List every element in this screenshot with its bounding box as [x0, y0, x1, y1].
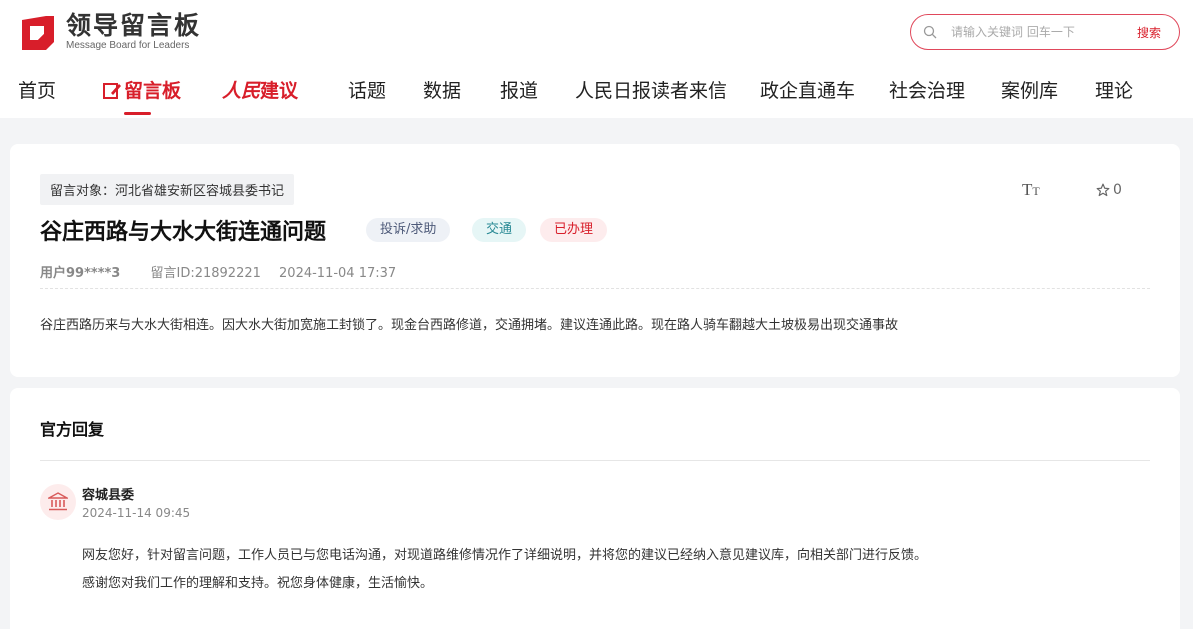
logo-mark-icon: [18, 12, 58, 52]
nav-business-express[interactable]: 政企直通车: [760, 76, 855, 106]
favorite-count: 0: [1113, 182, 1122, 198]
divider: [40, 460, 1150, 461]
nav-theory[interactable]: 理论: [1095, 76, 1133, 106]
nav-brand-part2: 建议: [260, 80, 299, 102]
favorite-button[interactable]: 0: [1096, 182, 1122, 198]
reply-org: 容城县委: [82, 488, 135, 503]
nav-message-board-label: 留言板: [124, 80, 182, 102]
message-id: 留言ID:21892221: [150, 266, 261, 281]
reply-line-2: 感谢您对我们工作的理解和支持。祝您身体健康，生活愉快。: [82, 576, 434, 591]
nav-readers-letters[interactable]: 人民日报读者来信: [575, 76, 727, 106]
reply-line-1: 网友您好，针对留言问题，工作人员已与您电话沟通，对现道路维修情况作了详细说明，并…: [82, 548, 928, 563]
divider: [40, 288, 1150, 289]
nav-social-governance[interactable]: 社会治理: [889, 76, 965, 106]
message-target: 留言对象：河北省雄安新区容城县委书记: [40, 174, 295, 205]
message-user: 用户99****3: [40, 266, 121, 281]
main-nav: 首页 留言板 人民建议 话题 数据 报道 人民日报读者来信 政企直通车 社会治理…: [0, 76, 1193, 115]
reply-section-title: 官方回复: [40, 420, 105, 439]
government-building-icon: [48, 492, 68, 511]
edit-icon: [103, 83, 121, 99]
reply-time: 2024-11-14 09:45: [82, 506, 191, 520]
nav-home[interactable]: 首页: [18, 76, 56, 106]
avatar: [40, 484, 76, 520]
logo-subtitle: Message Board for Leaders: [66, 40, 190, 51]
reply-card: 官方回复 容城县委 2024-11-14 09:45 网友您好，针对留言问题，工…: [10, 388, 1180, 629]
header: 领导留言板 Message Board for Leaders 搜索 首页 留言…: [0, 0, 1193, 118]
status-badge: 已办理: [540, 218, 608, 242]
nav-active-indicator: [124, 112, 151, 115]
nav-people-suggestion[interactable]: 人民建议: [222, 76, 298, 106]
reply-body: 网友您好，针对留言问题，工作人员已与您电话沟通，对现道路维修情况作了详细说明，并…: [82, 542, 927, 598]
font-size-icon[interactable]: TT: [1022, 180, 1040, 200]
nav-brand-part1: 人民: [222, 80, 261, 102]
message-card: 留言对象：河北省雄安新区容城县委书记 谷庄西路与大水大街连通问题 投诉/求助 交…: [10, 144, 1180, 377]
site-logo[interactable]: 领导留言板 Message Board for Leaders: [18, 12, 201, 52]
search-button[interactable]: 搜索: [1137, 24, 1161, 41]
nav-message-board[interactable]: 留言板: [102, 76, 181, 106]
message-meta: 用户99****3 留言ID:21892221 2024-11-04 17:37: [40, 262, 396, 281]
nav-data[interactable]: 数据: [423, 76, 461, 106]
category-badge: 交通: [472, 218, 527, 242]
search-box: 搜索: [910, 14, 1180, 50]
message-datetime: 2024-11-04 17:37: [279, 266, 397, 281]
message-title: 谷庄西路与大水大街连通问题: [40, 220, 327, 245]
type-badge: 投诉/求助: [366, 218, 451, 242]
search-input[interactable]: [951, 25, 1131, 39]
nav-reports[interactable]: 报道: [500, 76, 538, 106]
search-icon: [923, 25, 937, 39]
star-icon: [1096, 183, 1110, 197]
nav-topics[interactable]: 话题: [348, 76, 386, 106]
logo-title: 领导留言板: [66, 11, 202, 40]
message-content: 谷庄西路历来与大水大街相连。因大水大街加宽施工封锁了。现金台西路修道，交通拥堵。…: [40, 318, 899, 333]
nav-case-library[interactable]: 案例库: [1001, 76, 1058, 106]
